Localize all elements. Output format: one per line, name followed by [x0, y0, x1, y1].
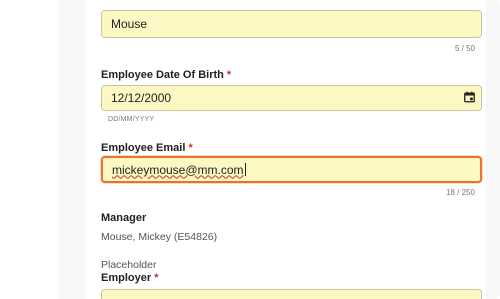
dob-format-hint: DD/MM/YYYY [108, 116, 155, 123]
employer-label: Employer * [101, 272, 159, 284]
email-value: mickeymouse@mm.com [112, 162, 244, 177]
text-cursor [244, 163, 246, 176]
screen-frame: Mouse 5 / 50 Employee Date Of Birth * 12… [0, 0, 500, 299]
dob-required-mark: * [226, 69, 232, 81]
last-name-counter: 5 / 50 [455, 44, 476, 53]
left-gutter [0, 0, 58, 299]
email-label: Employee Email * [101, 142, 193, 154]
manager-value: Mouse, Mickey (E54826) [101, 231, 218, 243]
email-input[interactable]: mickeymouse@mm.com [101, 156, 482, 183]
employer-required-mark: * [154, 272, 159, 284]
calendar-icon[interactable] [464, 91, 475, 103]
dob-label: Employee Date Of Birth * [101, 69, 232, 81]
email-required-mark: * [188, 142, 193, 154]
last-name-input[interactable]: Mouse [101, 10, 482, 38]
employer-input[interactable] [101, 289, 482, 299]
placeholder-text: Placeholder [101, 259, 157, 271]
email-counter: 18 / 250 [446, 188, 475, 197]
dob-input[interactable]: 12/12/2000 [101, 85, 482, 111]
manager-label: Manager [101, 212, 147, 224]
last-name-value: Mouse [111, 17, 148, 31]
dob-value: 12/12/2000 [111, 91, 172, 105]
